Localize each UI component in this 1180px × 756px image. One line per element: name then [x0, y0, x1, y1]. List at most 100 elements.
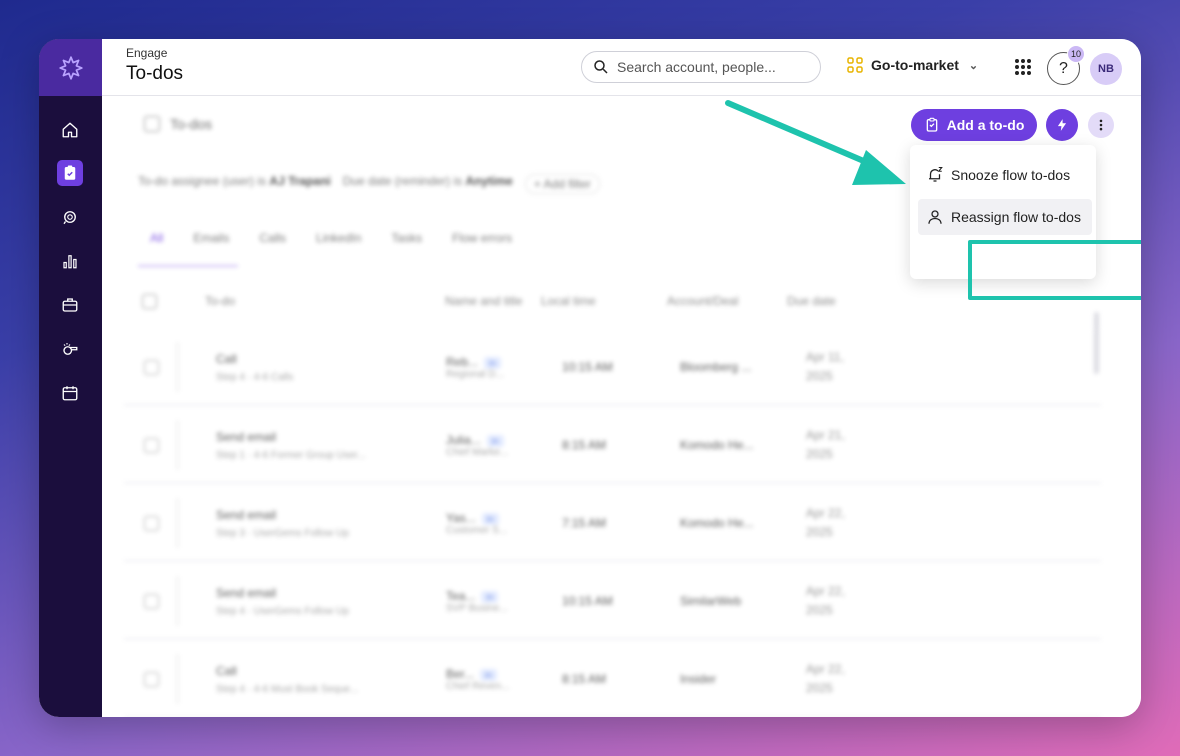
app-window: Engage To-dos Search account, people... … [39, 39, 1141, 717]
due-date: Apr 11, [806, 349, 844, 364]
contact-name[interactable]: Julia... [446, 433, 481, 447]
account-name[interactable]: SimilarWeb [680, 594, 806, 608]
todo-step: Step 4 · 4-6 Must Book Seque... [216, 683, 359, 695]
contact-name[interactable]: Yas... [446, 511, 476, 525]
notification-badge: 10 [1067, 45, 1085, 63]
contact-title: Customer S... [446, 524, 508, 536]
local-time: 8:15 AM [562, 438, 607, 452]
local-time: 10:15 AM [562, 360, 613, 374]
table-row[interactable]: Send email Step 4 · UserGems Follow Up Te… [124, 564, 1101, 640]
vertical-dots-icon [1099, 119, 1103, 131]
contact-title: Chief Reven... [446, 680, 510, 692]
menu-item-snooze[interactable]: Snooze flow to-dos [918, 157, 1092, 193]
table-row[interactable]: Call Step 4 · 4-6 Calls Reb... in Regional … [124, 330, 1101, 406]
table-row[interactable]: Send email Step 3 · UserGems Follow Up Ya… [124, 486, 1101, 562]
breadcrumb[interactable]: Engage [126, 46, 167, 60]
select-all-checkbox[interactable] [142, 293, 157, 309]
account-name[interactable]: Komodo He... [680, 516, 806, 530]
sidebar-item-analytics[interactable] [57, 248, 83, 274]
sidebar-item-coaching[interactable] [57, 336, 83, 362]
workspace-selector[interactable]: Go-to-market ⌄ [847, 57, 978, 73]
account-name[interactable]: Bloomberg ... [680, 360, 806, 374]
filter-due-date[interactable]: Due date (reminder) is Anytime [343, 174, 513, 194]
row-checkbox[interactable] [144, 593, 159, 609]
sidebar-item-conversations[interactable] [57, 204, 83, 230]
todo-type: Call [216, 663, 237, 678]
column-header-local-time[interactable]: Local time [541, 294, 667, 308]
section-title-label: To-dos [170, 116, 213, 132]
contact-name[interactable]: Reb... [446, 355, 478, 369]
apps-grid-icon[interactable] [1013, 57, 1033, 77]
table-row[interactable]: Call Step 4 · 4-6 Must Book Seque... Ber.… [124, 642, 1101, 717]
todo-tabs: All Emails Calls LinkedIn Tasks Flow err… [150, 231, 512, 245]
table-row[interactable]: Send email Step 1 · 4-6 Former Group User… [124, 408, 1101, 484]
todo-step: Step 4 · UserGems Follow Up [216, 605, 349, 617]
row-checkbox[interactable] [144, 437, 159, 453]
contact-name[interactable]: Tea... [446, 589, 475, 603]
sidebar-item-todos[interactable] [57, 160, 83, 186]
tab-flow-errors[interactable]: Flow errors [452, 231, 512, 245]
due-year: 2025 [806, 603, 833, 617]
account-name[interactable]: Insider [680, 672, 806, 686]
workspace-grid-icon [847, 57, 863, 73]
menu-item-label: Reassign flow to-dos [951, 209, 1081, 225]
tab-linkedin[interactable]: LinkedIn [316, 231, 361, 245]
menu-item-reassign[interactable]: Reassign flow to-dos [918, 199, 1092, 235]
sidebar-item-calendar[interactable] [57, 380, 83, 406]
whistle-icon [63, 343, 78, 355]
filter-assignee[interactable]: To-do assignee (user) is AJ Trapani [138, 174, 331, 194]
linkedin-tag: in [481, 512, 499, 525]
account-name[interactable]: Komodo He... [680, 438, 806, 452]
search-placeholder: Search account, people... [617, 59, 776, 75]
contact-title: Regional D... [446, 368, 504, 380]
app-logo[interactable] [39, 39, 102, 96]
todo-type: Send email [216, 429, 277, 444]
scrollbar[interactable] [1094, 312, 1099, 374]
due-year: 2025 [806, 681, 833, 695]
column-header-name[interactable]: Name and title [445, 294, 541, 308]
clipboard-icon [64, 165, 76, 180]
due-year: 2025 [806, 369, 833, 383]
snooze-bell-icon [929, 166, 943, 182]
due-date: Apr 21, [806, 427, 845, 442]
local-time: 7:15 AM [562, 516, 607, 530]
conversations-icon [63, 211, 76, 225]
avatar[interactable]: NB [1090, 53, 1122, 85]
column-header-account[interactable]: Account/Deal [667, 294, 787, 308]
row-checkbox[interactable] [144, 359, 159, 375]
clipboard-check-icon [926, 117, 937, 132]
tab-emails[interactable]: Emails [193, 231, 229, 245]
local-time: 8:15 AM [562, 672, 607, 686]
tab-calls[interactable]: Calls [259, 231, 286, 245]
sidebar-item-deals[interactable] [57, 292, 83, 318]
column-header-due-date[interactable]: Due date [787, 294, 836, 308]
sidebar [39, 39, 102, 717]
sidebar-item-home[interactable] [57, 117, 83, 143]
add-filter-button[interactable]: + Add filter [524, 174, 600, 194]
todo-section-icon [144, 116, 160, 132]
page-title: To-dos [126, 63, 184, 84]
linkedin-tag: in [480, 668, 498, 681]
person-icon [928, 210, 942, 224]
due-date: Apr 22, [806, 505, 845, 520]
tab-all[interactable]: All [150, 231, 163, 245]
due-date: Apr 22, [806, 583, 845, 598]
todo-step: Step 4 · 4-6 Calls [216, 371, 294, 383]
add-todo-label: Add a to-do [946, 117, 1025, 133]
contact-title: Chief Marke... [446, 446, 509, 458]
help-icon: ? [1059, 59, 1068, 77]
contact-title: SVP Busine... [446, 602, 508, 614]
local-time: 10:15 AM [562, 594, 613, 608]
column-header-todo[interactable]: To-do [205, 294, 445, 308]
quick-action-button[interactable] [1046, 109, 1078, 141]
row-checkbox[interactable] [144, 515, 159, 531]
search-input[interactable]: Search account, people... [581, 51, 821, 83]
todo-type: Send email [216, 585, 277, 600]
add-todo-button[interactable]: Add a to-do [911, 109, 1037, 141]
contact-name[interactable]: Ber... [446, 667, 474, 681]
search-icon [594, 60, 608, 74]
row-checkbox[interactable] [144, 671, 159, 687]
workspace-label: Go-to-market [871, 57, 959, 73]
more-options-button[interactable] [1088, 112, 1114, 138]
tab-tasks[interactable]: Tasks [391, 231, 422, 245]
